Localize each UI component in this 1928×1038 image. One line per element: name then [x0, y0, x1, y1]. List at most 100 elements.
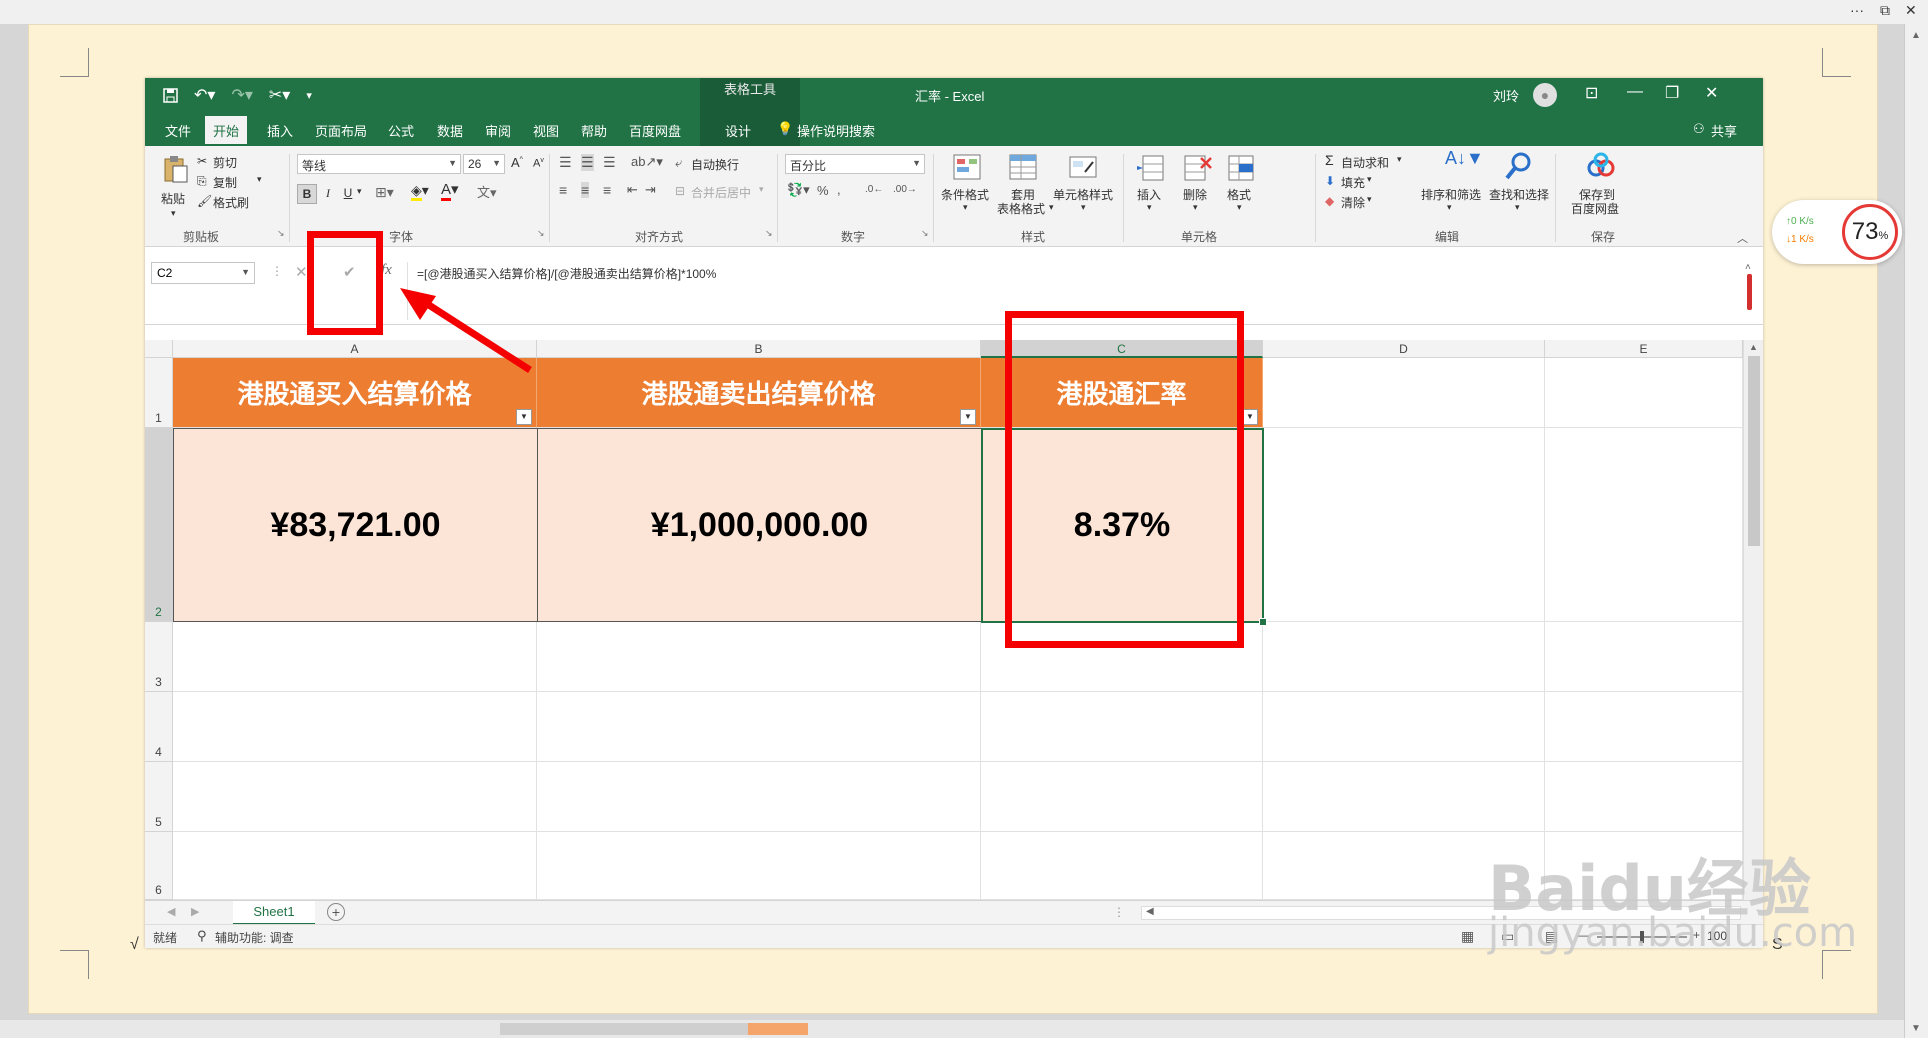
scroll-left-icon[interactable]: ◀	[1146, 906, 1154, 917]
restore-icon[interactable]: ⧉	[1880, 2, 1890, 19]
empty-cell[interactable]	[981, 622, 1263, 692]
chevron-down-icon[interactable]: ▾	[1193, 202, 1198, 213]
empty-cell[interactable]	[1545, 428, 1743, 622]
align-middle-icon[interactable]: ☰	[581, 154, 594, 171]
avatar[interactable]: ●	[1533, 83, 1557, 107]
table-header-cell[interactable]: 港股通卖出结算价格 ▼	[537, 358, 981, 428]
network-monitor-widget[interactable]: ↑0 K/s ↓1 K/s 73%	[1772, 200, 1902, 264]
drag-handle-icon[interactable]: ⋮	[271, 264, 283, 278]
name-box[interactable]: C2 ▼	[151, 262, 255, 284]
chevron-down-icon[interactable]: ▾	[1081, 202, 1086, 213]
column-header-d[interactable]: D	[1263, 340, 1545, 358]
normal-view-icon[interactable]: ▦	[1461, 928, 1474, 945]
empty-cell[interactable]	[537, 692, 981, 762]
find-select-icon[interactable]	[1503, 150, 1535, 182]
autosum-button[interactable]: 自动求和	[1341, 154, 1389, 171]
formula-input[interactable]: =[@港股通买入结算价格]/[@港股通卖出结算价格]*100%	[417, 265, 716, 282]
dialog-launcher-icon[interactable]: ↘	[277, 228, 285, 239]
chevron-down-icon[interactable]: ▾	[1447, 202, 1452, 213]
tab-file[interactable]: 文件	[165, 121, 191, 140]
format-painter-button[interactable]: 格式刷	[213, 194, 249, 211]
percent-icon[interactable]: %	[817, 183, 829, 198]
sort-filter-button[interactable]: 排序和筛选	[1421, 186, 1481, 203]
empty-cell[interactable]	[173, 832, 537, 900]
undo-icon[interactable]: ↶▾	[194, 85, 215, 105]
close-icon[interactable]: ✕	[1905, 2, 1917, 19]
tab-design[interactable]: 设计	[725, 121, 751, 140]
fill-button[interactable]: 填充	[1341, 174, 1365, 191]
user-name[interactable]: 刘玲	[1493, 86, 1519, 105]
empty-cell[interactable]	[173, 692, 537, 762]
paste-icon[interactable]	[159, 154, 191, 186]
underline-dropdown-icon[interactable]: ▾	[357, 186, 362, 197]
bold-icon[interactable]: B	[297, 184, 317, 204]
cell-styles-icon[interactable]	[1067, 152, 1099, 184]
scroll-up-icon[interactable]: ▲	[1911, 30, 1921, 41]
filter-dropdown-icon[interactable]: ▼	[516, 409, 532, 425]
increase-decimal-icon[interactable]: .0←	[865, 184, 883, 195]
fill-down-icon[interactable]: ⬇	[1325, 174, 1335, 188]
orientation-icon[interactable]: ab↗▾	[631, 154, 663, 170]
copy-icon[interactable]: ⎘	[197, 174, 207, 189]
column-header-b[interactable]: B	[537, 340, 981, 358]
fill-color-icon[interactable]: ◈▾	[411, 182, 429, 201]
merge-center-icon[interactable]: ⊟	[675, 184, 685, 198]
viewer-vertical-scrollbar[interactable]: ▲ ▼	[1904, 24, 1928, 1038]
chevron-down-icon[interactable]: ▾	[1367, 174, 1372, 185]
increase-indent-icon[interactable]: ⇥	[645, 182, 656, 198]
tell-me-search[interactable]: 操作说明搜索	[797, 121, 875, 140]
delete-cells-button[interactable]: 删除	[1183, 186, 1207, 203]
baidu-netdisk-icon[interactable]	[1585, 150, 1617, 182]
tab-baidu-netdisk[interactable]: 百度网盘	[629, 121, 681, 140]
tab-view[interactable]: 视图	[533, 121, 559, 140]
filter-dropdown-icon[interactable]: ▼	[1242, 409, 1258, 425]
table-data-cell[interactable]: ¥83,721.00	[173, 428, 538, 622]
table-data-cell[interactable]: 8.37%	[981, 428, 1263, 622]
tab-page-layout[interactable]: 页面布局	[315, 121, 367, 140]
column-header-e[interactable]: E	[1545, 340, 1743, 358]
tab-insert[interactable]: 插入	[267, 121, 293, 140]
empty-cell[interactable]	[981, 692, 1263, 762]
row-header-3[interactable]: 3	[145, 622, 173, 692]
scroll-down-icon[interactable]: ▼	[1911, 1023, 1921, 1034]
format-as-table-icon[interactable]	[1007, 152, 1039, 184]
save-icon[interactable]	[163, 87, 178, 103]
more-icon[interactable]: ···	[1850, 2, 1864, 18]
border-icon[interactable]: ⊞▾	[375, 184, 394, 201]
increase-font-icon[interactable]: A^	[511, 155, 523, 170]
row-header-6[interactable]: 6	[145, 832, 173, 900]
empty-cell[interactable]	[981, 762, 1263, 832]
next-sheet-icon[interactable]: ▶	[191, 905, 199, 918]
empty-cell[interactable]	[537, 622, 981, 692]
empty-cell[interactable]	[1263, 692, 1545, 762]
scroll-thumb[interactable]	[1748, 356, 1760, 546]
tab-review[interactable]: 审阅	[485, 121, 511, 140]
empty-cell[interactable]	[1545, 358, 1743, 428]
chevron-down-icon[interactable]: ▾	[1237, 202, 1242, 213]
cancel-entry-icon[interactable]: ✕	[295, 263, 308, 281]
prev-sheet-icon[interactable]: ◀	[167, 905, 175, 918]
collapse-ribbon-icon[interactable]: ︿	[1737, 230, 1748, 246]
scroll-thumb[interactable]	[500, 1023, 760, 1035]
align-center-icon[interactable]: ≡	[581, 182, 590, 198]
align-top-icon[interactable]: ☰	[559, 154, 572, 171]
ribbon-display-icon[interactable]: ⊡	[1585, 83, 1598, 103]
clear-button[interactable]: 清除	[1341, 194, 1365, 211]
cut-button[interactable]: 剪切	[213, 154, 237, 171]
minimize-icon[interactable]: —	[1627, 83, 1643, 101]
conditional-formatting-icon[interactable]	[951, 152, 983, 184]
dialog-launcher-icon[interactable]: ↘	[537, 228, 545, 239]
row-header-1[interactable]: 1	[145, 358, 173, 428]
close-window-icon[interactable]: ✕	[1705, 83, 1718, 103]
sheet-tab[interactable]: Sheet1	[233, 901, 315, 925]
font-family-select[interactable]: 等线 ▼	[297, 154, 461, 174]
empty-cell[interactable]	[537, 832, 981, 900]
decrease-indent-icon[interactable]: ⇤	[627, 182, 638, 198]
share-button[interactable]: 共享	[1711, 121, 1737, 140]
cut-icon[interactable]: ✂▾	[269, 85, 290, 105]
insert-cells-icon[interactable]	[1135, 152, 1167, 184]
italic-icon[interactable]: I	[319, 184, 337, 202]
empty-cell[interactable]	[173, 622, 537, 692]
align-right-icon[interactable]: ≡	[603, 182, 611, 198]
table-data-cell[interactable]: ¥1,000,000.00	[537, 428, 982, 622]
